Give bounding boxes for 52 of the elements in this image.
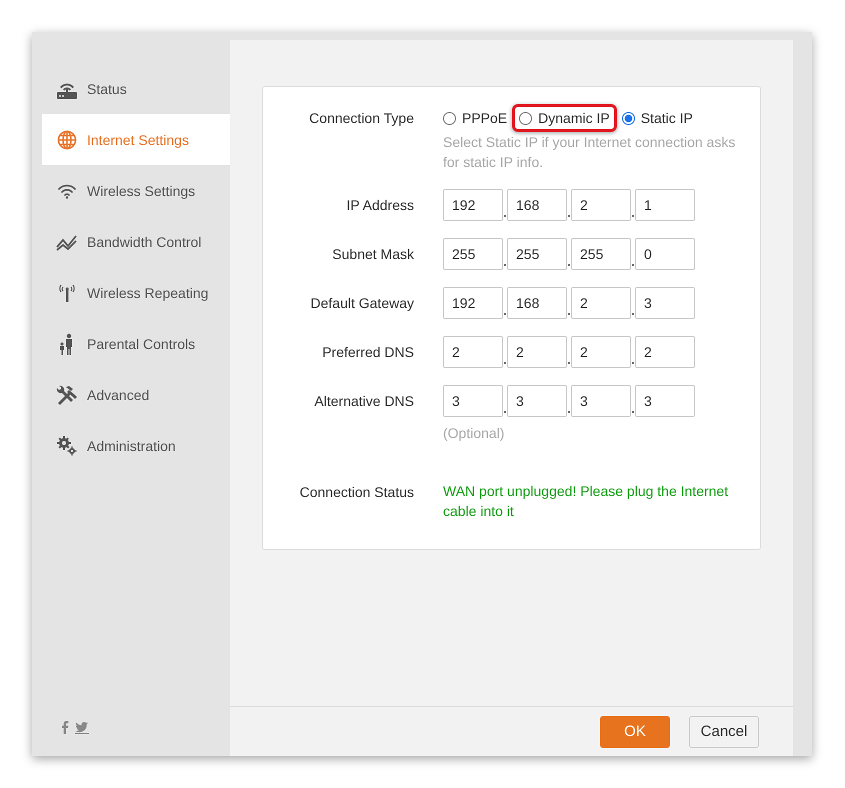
sidebar-item[interactable]: Advanced	[42, 369, 230, 420]
status-message: WAN port unplugged! Please plug the Internet cable into it	[443, 482, 730, 521]
sidebar-item[interactable]: Parental Controls	[42, 318, 230, 369]
ip-octet-field[interactable]: 2	[443, 336, 503, 368]
field-label: Subnet Mask	[331, 245, 414, 264]
tools-icon	[56, 384, 78, 404]
ip-octet-field[interactable]: 2	[507, 336, 567, 368]
field-label: IP Address	[346, 196, 414, 215]
antenna-icon	[57, 282, 77, 302]
ip-octet-field[interactable]: 255	[443, 238, 503, 270]
ip-octet-field[interactable]: 2	[571, 287, 631, 319]
radio-button[interactable]	[443, 112, 456, 124]
ip-octet-field[interactable]: 3	[571, 385, 631, 417]
ip-octet-field[interactable]: 3	[507, 385, 567, 417]
radio-button[interactable]	[519, 112, 532, 124]
ip-octet-field[interactable]: 168	[507, 287, 567, 319]
gears-icon	[56, 434, 78, 456]
radio-label[interactable]: Static IP	[640, 110, 693, 126]
ip-octet-field[interactable]: 1	[635, 189, 695, 221]
ip-octet-field[interactable]: 192	[443, 287, 503, 319]
sidebar-item[interactable]: Wireless Settings	[42, 165, 230, 216]
ip-octet-field[interactable]: 192	[443, 189, 503, 221]
radio-label[interactable]: PPPoE	[462, 110, 508, 126]
sidebar-item[interactable]: Status	[42, 63, 230, 114]
sidebar-item[interactable]: Administration	[42, 420, 230, 471]
field-label: Connection Status	[298, 483, 414, 502]
field-label: Connection Type	[308, 109, 414, 128]
radio-button[interactable]	[622, 112, 635, 124]
twitter-icon[interactable]	[75, 720, 89, 734]
ip-octet-field[interactable]: 2	[571, 336, 631, 368]
facebook-icon[interactable]	[61, 720, 69, 734]
cancel-button[interactable]: Cancel	[689, 716, 759, 748]
ip-octet-field[interactable]: 3	[443, 385, 503, 417]
hint-text: Select Static IP if your Internet connection asks for static IP info.	[443, 133, 736, 172]
field-label: Preferred DNS	[321, 343, 414, 362]
field-label: Default Gateway	[310, 294, 414, 313]
ip-octet-field[interactable]: 3	[635, 287, 695, 319]
ip-octet-field[interactable]: 3	[635, 385, 695, 417]
globe-icon	[57, 130, 77, 150]
ip-octet-field[interactable]: 2	[571, 189, 631, 221]
sidebar-item[interactable]: Bandwidth Control	[42, 216, 230, 267]
field-label: Alternative DNS	[313, 392, 414, 411]
wifi-icon	[57, 182, 77, 198]
sidebar-item[interactable]: Wireless Repeating	[42, 267, 230, 318]
optional-note: (Optional)	[443, 425, 504, 441]
ip-octet-field[interactable]: 2	[635, 336, 695, 368]
ip-octet-field[interactable]: 168	[507, 189, 567, 221]
ip-octet-field[interactable]: 0	[635, 238, 695, 270]
chart-icon	[56, 232, 78, 250]
ip-octet-field[interactable]: 255	[571, 238, 631, 270]
ip-octet-field[interactable]: 255	[507, 238, 567, 270]
radio-label[interactable]: Dynamic IP	[538, 110, 610, 126]
